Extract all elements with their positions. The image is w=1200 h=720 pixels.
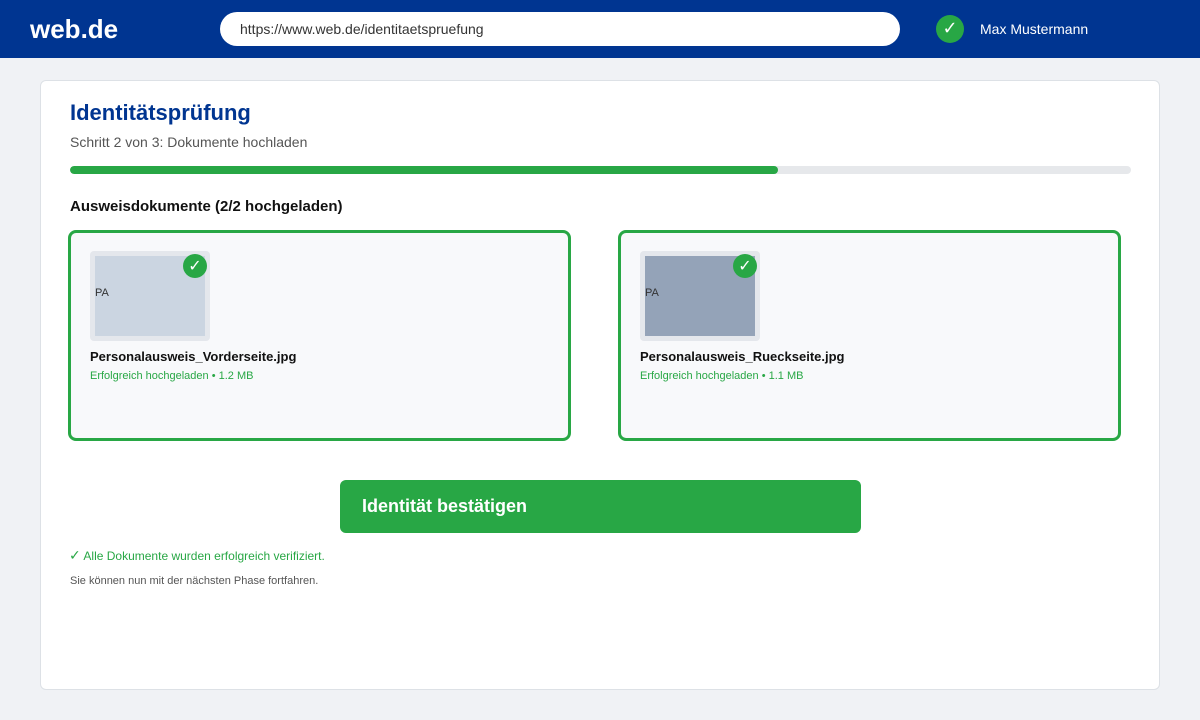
document-card-front[interactable]: PA ✓ Personalausweis_Vorderseite.jpg Erf… <box>68 230 571 441</box>
identity-card: Identitätsprüfung Schritt 2 von 3: Dokum… <box>40 80 1160 690</box>
progress-fill <box>70 166 778 174</box>
address-bar[interactable]: https://www.web.de/identitaetspruefung <box>220 12 900 46</box>
next-step-message: Sie können nun mit der nächsten Phase fo… <box>70 575 319 587</box>
check-icon: ✓ <box>69 548 81 564</box>
upload-status: Erfolgreich hochgeladen • 1.2 MB <box>90 370 254 382</box>
check-icon: ✓ <box>733 254 757 278</box>
thumbnail-label: PA <box>95 287 109 299</box>
top-bar: web.de https://www.web.de/identitaetspru… <box>0 0 1200 58</box>
progress-bar <box>70 166 1131 174</box>
document-card-back[interactable]: PA ✓ Personalausweis_Rueckseite.jpg Erfo… <box>618 230 1121 441</box>
verified-user-icon: ✓ <box>936 15 964 43</box>
user-name[interactable]: Max Mustermann <box>980 21 1088 37</box>
logo[interactable]: web.de <box>30 14 118 45</box>
thumbnail-label: PA <box>645 287 659 299</box>
verified-message: ✓ Alle Dokumente wurden erfolgreich veri… <box>69 548 325 564</box>
file-name: Personalausweis_Vorderseite.jpg <box>90 349 297 364</box>
upload-status: Erfolgreich hochgeladen • 1.1 MB <box>640 370 804 382</box>
document-thumbnail: PA ✓ <box>640 251 760 341</box>
file-name: Personalausweis_Rueckseite.jpg <box>640 349 845 364</box>
document-thumbnail: PA ✓ <box>90 251 210 341</box>
page-title: Identitätsprüfung <box>70 100 251 125</box>
step-indicator: Schritt 2 von 3: Dokumente hochladen <box>70 134 308 150</box>
section-title: Ausweisdokumente (2/2 hochgeladen) <box>70 198 343 215</box>
confirm-identity-button[interactable]: Identität bestätigen <box>340 480 861 533</box>
verified-message-text: Alle Dokumente wurden erfolgreich verifi… <box>83 549 325 563</box>
check-icon: ✓ <box>183 254 207 278</box>
